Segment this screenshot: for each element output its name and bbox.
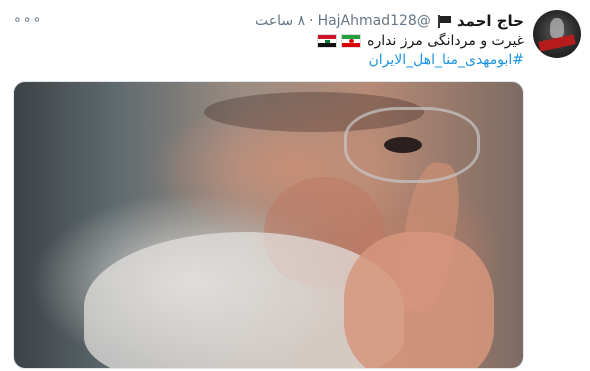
more-options-icon[interactable]: ∘∘∘ — [13, 12, 42, 28]
hashtag-link[interactable]: #ابومهدی_منا_اهل_الایران — [368, 52, 524, 68]
avatar-banner — [538, 34, 576, 52]
avatar-figure — [550, 18, 564, 38]
separator-dot: · — [309, 13, 314, 29]
display-name[interactable]: حاج احمد — [457, 12, 524, 30]
tweet-header: حاج احمد @HajAhmad128 · ۸ ساعت — [255, 12, 524, 30]
tweet-photo[interactable] — [13, 81, 524, 369]
photo-hand — [344, 232, 494, 368]
black-flag-icon — [437, 14, 451, 28]
avatar[interactable] — [533, 10, 581, 58]
tweet-card[interactable]: ∘∘∘ حاج احمد @HajAhmad128 · ۸ ساعت غیرت … — [0, 0, 590, 371]
photo-eye — [384, 137, 422, 153]
flags-group — [317, 34, 362, 48]
timestamp[interactable]: ۸ ساعت — [255, 13, 305, 29]
user-handle[interactable]: @HajAhmad128 — [318, 13, 431, 29]
tweet-text: غیرت و مردانگی مرز نداره — [317, 33, 524, 49]
iraq-flag-icon — [317, 34, 338, 48]
tweet-text-content: غیرت و مردانگی مرز نداره — [367, 33, 524, 49]
iran-flag-icon — [341, 34, 362, 48]
